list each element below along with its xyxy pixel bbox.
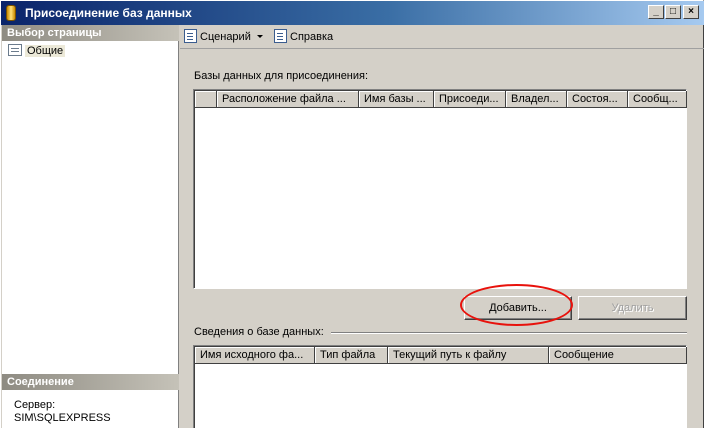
- column-header-details-message[interactable]: Сообщение: [549, 347, 687, 364]
- server-label: Сервер:: [14, 399, 56, 411]
- help-icon: [274, 29, 287, 43]
- column-header-file-type[interactable]: Тип файла: [315, 347, 388, 364]
- script-icon: [184, 29, 197, 43]
- window-title: Присоединение баз данных: [25, 6, 192, 20]
- script-button[interactable]: Сценарий: [184, 29, 263, 45]
- details-section-label: Сведения о базе данных:: [194, 326, 324, 338]
- page-item-general[interactable]: Общие: [8, 44, 66, 59]
- details-grid-header: Имя исходного фа... Тип файла Текущий пу…: [195, 347, 687, 364]
- server-value: SIM\SQLEXPRESS: [14, 412, 111, 424]
- page-item-label: Общие: [25, 45, 66, 57]
- connection-header: Соединение: [2, 374, 179, 390]
- left-pane: Выбор страницы Общие Соединение Сервер: …: [2, 25, 179, 428]
- column-header-status[interactable]: Состоя...: [567, 91, 628, 108]
- script-label: Сценарий: [200, 31, 251, 43]
- column-header-file-location[interactable]: Расположение файла ...: [217, 91, 359, 108]
- database-details-grid[interactable]: Имя исходного фа... Тип файла Текущий пу…: [193, 345, 687, 428]
- column-header-db-name[interactable]: Имя базы ...: [359, 91, 434, 108]
- close-button[interactable]: ×: [683, 5, 699, 19]
- column-header-source-file-name[interactable]: Имя исходного фа...: [195, 347, 315, 364]
- page-icon: [8, 44, 22, 56]
- attach-section-label: Базы данных для присоединения:: [194, 70, 369, 82]
- attach-databases-grid[interactable]: Расположение файла ... Имя базы ... Прис…: [193, 89, 687, 289]
- help-label: Справка: [290, 31, 334, 43]
- attach-databases-window: Присоединение баз данных _ □ × Выбор стр…: [0, 0, 704, 428]
- column-header-select[interactable]: [195, 91, 217, 108]
- attach-grid-header: Расположение файла ... Имя базы ... Прис…: [195, 91, 687, 108]
- minimize-button[interactable]: _: [648, 5, 664, 19]
- column-header-attach-as[interactable]: Присоеди...: [434, 91, 506, 108]
- column-header-owner[interactable]: Владел...: [506, 91, 567, 108]
- column-header-message[interactable]: Сообщ...: [628, 91, 687, 108]
- database-icon: [6, 5, 16, 21]
- add-button[interactable]: Добавить...: [464, 296, 572, 320]
- remove-button[interactable]: Удалить: [578, 296, 687, 320]
- title-bar: Присоединение баз данных _ □ ×: [1, 1, 704, 25]
- help-button[interactable]: Справка: [274, 29, 333, 45]
- select-page-header: Выбор страницы: [2, 25, 179, 41]
- maximize-button[interactable]: □: [665, 5, 681, 19]
- toolbar: Сценарий Справка: [180, 25, 704, 49]
- chevron-down-icon[interactable]: [256, 35, 263, 38]
- column-header-current-path[interactable]: Текущий путь к файлу: [388, 347, 549, 364]
- details-separator: [331, 332, 687, 334]
